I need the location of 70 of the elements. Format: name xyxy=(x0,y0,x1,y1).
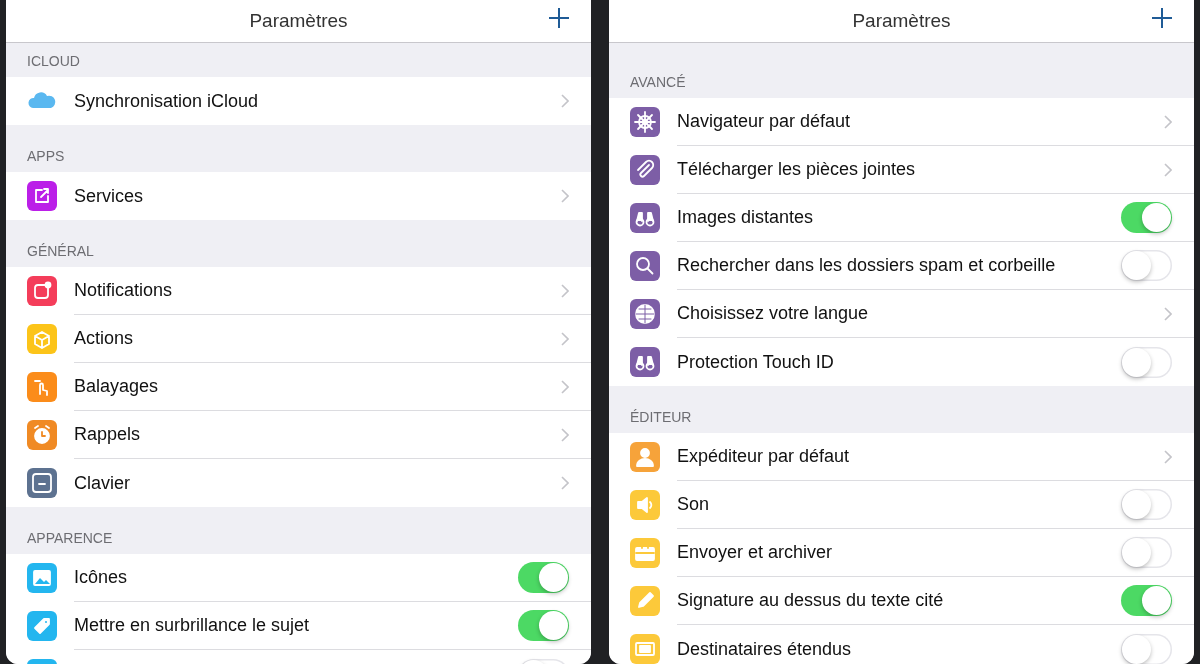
section-header: ÉDITEUR xyxy=(630,409,692,425)
settings-row[interactable]: Rechercher dans les dossiers spam et corbeille xyxy=(609,242,1194,290)
row-label: Choisissez votre langue xyxy=(677,303,870,324)
section-header: ICLOUD xyxy=(27,53,80,69)
row-label: Mettre en surbrillance le sujet xyxy=(74,615,311,636)
toggle-switch[interactable] xyxy=(1121,537,1172,568)
settings-row[interactable]: Mettre en surbrillance le sujet xyxy=(6,602,591,650)
settings-row[interactable]: Navigateur par défaut xyxy=(609,98,1194,146)
settings-row[interactable]: Rappels xyxy=(6,411,591,459)
row-label: Rappels xyxy=(74,424,142,445)
chevron-icon xyxy=(561,427,569,442)
settings-row[interactable]: Balayages xyxy=(6,363,591,411)
chevron-icon xyxy=(1164,306,1172,321)
chevron-icon xyxy=(561,331,569,346)
settings-row[interactable]: Signature au dessus du texte cité xyxy=(609,577,1194,625)
toggle-switch[interactable] xyxy=(1121,585,1172,616)
settings-row[interactable]: Synchronisation iCloud xyxy=(6,77,591,125)
chevron-icon xyxy=(1164,114,1172,129)
settings-row[interactable]: Icônes xyxy=(6,554,591,602)
toggle-switch[interactable] xyxy=(1121,633,1172,664)
row-label: Envoyer et archiver xyxy=(677,542,834,563)
row-label: Synchronisation iCloud xyxy=(74,90,260,112)
section-header: GÉNÉRAL xyxy=(27,243,94,259)
row-label: Rechercher dans les dossiers spam et corbeille xyxy=(677,255,1057,276)
chevron-icon xyxy=(561,189,569,203)
chevron-icon xyxy=(561,94,569,108)
panel-title: Paramètres xyxy=(852,10,951,32)
row-label: Actions xyxy=(74,328,135,349)
settings-row[interactable]: Services xyxy=(6,172,591,220)
chevron-icon xyxy=(561,283,569,298)
add-icon[interactable] xyxy=(549,8,569,28)
settings-row[interactable]: Images distantes xyxy=(609,194,1194,242)
settings-row[interactable]: Télécharger les pièces jointes xyxy=(609,146,1194,194)
row-label: Signature au dessus du texte cité xyxy=(677,590,945,611)
toggle-switch[interactable] xyxy=(518,610,569,641)
row-label: Navigateur par défaut xyxy=(677,111,852,132)
toggle-switch[interactable] xyxy=(1121,202,1172,233)
panel-title: Paramètres xyxy=(249,10,348,32)
chevron-icon xyxy=(561,476,569,490)
chevron-icon xyxy=(1164,162,1172,177)
section-header: AVANCÉ xyxy=(630,74,686,90)
row-label: Balayages xyxy=(74,376,160,397)
row-label: Son xyxy=(677,494,711,515)
section-header: APPARENCE xyxy=(27,530,113,546)
settings-row[interactable]: Choisissez votre langue xyxy=(609,290,1194,338)
row-label: Télécharger les pièces jointes xyxy=(677,159,917,180)
settings-row[interactable]: Destinataires étendus xyxy=(609,625,1194,664)
row-label: Services xyxy=(74,185,145,207)
toggle-switch[interactable] xyxy=(518,562,569,593)
settings-row[interactable]: Protection Touch ID xyxy=(609,338,1194,386)
settings-row[interactable]: Clavier xyxy=(6,459,591,507)
settings-row[interactable]: Envoyer et archiver xyxy=(609,529,1194,577)
row-label: Destinataires étendus xyxy=(677,638,853,660)
settings-row[interactable]: Notifications xyxy=(6,267,591,315)
add-icon[interactable] xyxy=(1152,8,1172,28)
chevron-icon xyxy=(1164,449,1172,464)
section-header: APPS xyxy=(27,148,65,164)
row-label: Protection Touch ID xyxy=(677,351,835,373)
row-label: Icônes xyxy=(74,567,129,588)
settings-row[interactable]: Son xyxy=(609,481,1194,529)
toggle-switch[interactable] xyxy=(1121,489,1172,520)
row-label: Notifications xyxy=(74,280,174,301)
chevron-icon xyxy=(561,379,569,394)
row-label: Expéditeur par défaut xyxy=(677,446,851,467)
row-label: Images distantes xyxy=(677,207,815,228)
settings-row[interactable]: Expéditeur par défaut xyxy=(609,433,1194,481)
settings-row[interactable]: Actions xyxy=(6,315,591,363)
row-label: Clavier xyxy=(74,472,131,494)
toggle-switch[interactable] xyxy=(1121,346,1172,378)
toggle-switch[interactable] xyxy=(1121,250,1172,281)
